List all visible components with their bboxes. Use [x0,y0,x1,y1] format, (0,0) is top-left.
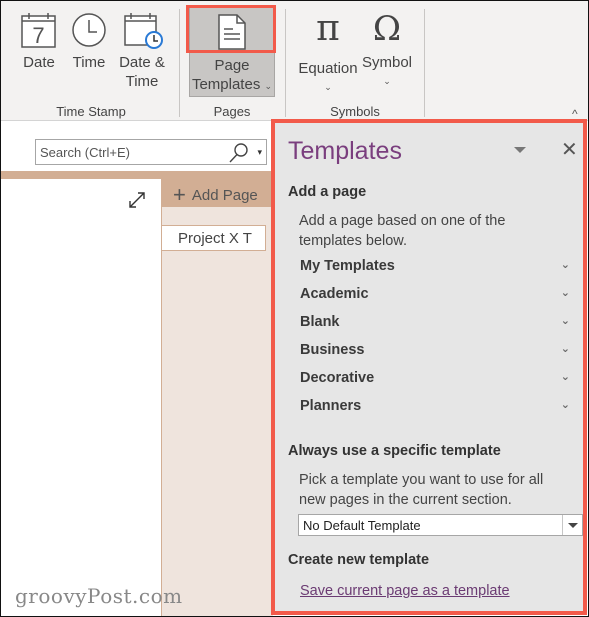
always-use-description: Pick a template you want to use for all … [299,470,543,510]
page-tab[interactable]: Project X T [162,225,266,251]
date-time-label-1: Date & [119,54,165,71]
add-page-button[interactable]: + Add Page [161,179,273,207]
description-line: templates below. [299,233,408,249]
add-a-page-heading: Add a page [288,184,367,200]
date-button[interactable]: 7 Date [17,11,61,72]
always-use-heading: Always use a specific template [288,443,501,459]
calendar-date-icon: 7 [21,13,56,48]
chevron-down-icon: ⌄ [264,81,273,91]
group-label-symbols: Symbols [330,104,380,119]
category-decorative[interactable]: Decorative ⌄ [300,370,570,386]
highlight-box [186,5,276,53]
category-blank[interactable]: Blank ⌄ [300,314,570,330]
category-label: Decorative [300,370,375,386]
onenote-window: 7 Date Time Date & Time Time Stamp Page … [0,0,589,617]
add-a-page-description: Add a page based on one of the templates… [299,211,505,251]
group-label-time-stamp: Time Stamp [56,104,126,119]
description-line: Pick a template you want to use for all [299,472,544,488]
chevron-down-icon: ⌄ [324,82,332,92]
category-business[interactable]: Business ⌄ [300,342,570,358]
omega-icon: Ω [372,9,402,49]
templates-pane: Templates ✕ Add a page Add a page based … [271,119,587,615]
ribbon: 7 Date Time Date & Time Time Stamp Page … [1,1,588,121]
description-line: new pages in the current section. [299,492,512,508]
symbol-label: Symbol [361,54,413,71]
calendar-clock-icon [124,13,163,49]
pi-icon: π [316,8,340,49]
ribbon-separator [179,9,180,117]
chevron-down-icon: ⌄ [560,259,570,271]
equation-label: Equation [298,60,358,77]
ribbon-separator [285,9,286,117]
category-label: Academic [300,286,369,302]
chevron-down-icon: ⌄ [560,343,570,355]
pane-options-icon[interactable] [514,147,526,153]
page-templates-label-2: Templates [191,76,261,93]
category-label: Planners [300,398,362,414]
plus-icon: + [173,182,186,207]
chevron-down-icon: ⌄ [383,76,391,86]
search-input[interactable]: Search (Ctrl+E) ▾ [35,139,267,165]
symbol-button[interactable]: Ω Symbol ⌄ [359,9,415,91]
category-label: Blank [300,314,340,330]
chevron-down-icon: ⌄ [560,371,570,383]
svg-text:7: 7 [32,23,44,48]
section-color-bar [1,171,273,179]
time-label: Time [72,54,106,71]
chevron-down-icon: ⌄ [560,315,570,327]
category-planners[interactable]: Planners ⌄ [300,398,570,414]
time-button[interactable]: Time [67,11,111,72]
default-template-select[interactable]: No Default Template [298,514,583,536]
add-page-label: Add Page [191,187,258,204]
search-scope-dropdown[interactable]: ▾ [257,147,262,158]
category-label: Business [300,342,365,358]
chevron-down-icon: ⌄ [560,399,570,411]
equation-button[interactable]: π Equation ⌄ [295,9,361,97]
page-templates-label-1: Page [214,57,250,74]
chevron-down-icon: ⌄ [560,287,570,299]
date-time-button[interactable]: Date & Time [115,11,169,91]
dropdown-arrow-icon[interactable] [562,515,582,535]
category-label: My Templates [300,258,395,274]
category-academic[interactable]: Academic ⌄ [300,286,570,302]
save-as-template-link[interactable]: Save current page as a template [300,583,510,599]
create-new-heading: Create new template [288,552,430,568]
page-templates-label: Page Templates ⌄ [190,56,274,96]
pane-title: Templates [288,137,402,165]
watermark: groovyPost.com [15,584,183,608]
category-my-templates[interactable]: My Templates ⌄ [300,258,570,274]
search-icon [229,143,248,163]
search-placeholder: Search (Ctrl+E) [40,145,130,160]
group-label-pages: Pages [213,104,251,119]
close-icon[interactable]: ✕ [561,140,578,160]
expand-icon[interactable] [128,191,146,209]
clock-icon [72,13,106,47]
page-canvas[interactable] [1,179,161,616]
selected-value: No Default Template [303,518,421,533]
date-label: Date [23,54,55,71]
date-time-label-2: Time [125,73,159,90]
description-line: Add a page based on one of the [299,213,506,229]
ribbon-separator [424,9,425,117]
